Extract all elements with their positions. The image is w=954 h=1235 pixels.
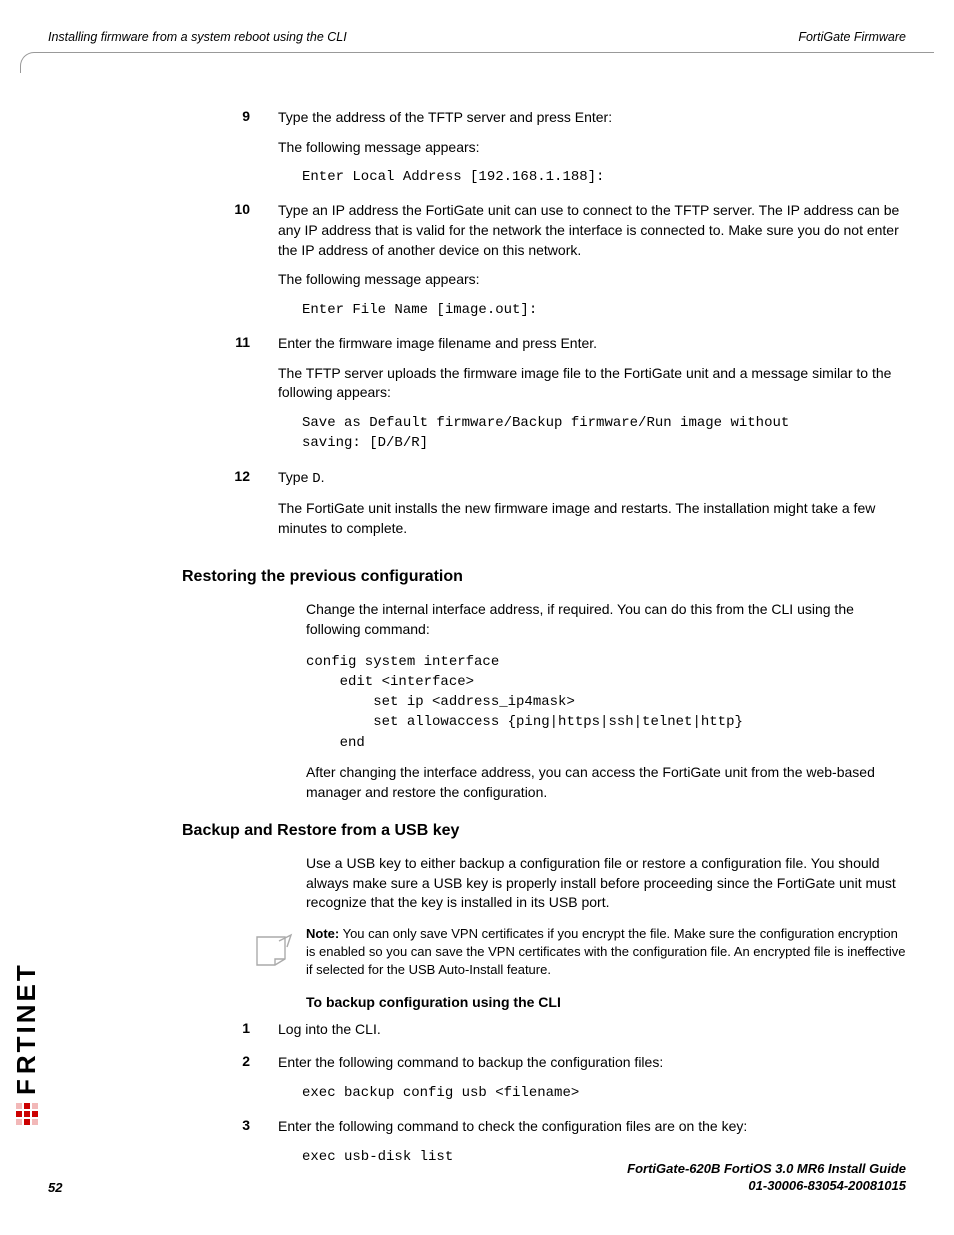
step-number: 12 (182, 468, 278, 549)
step-text: Enter the following command to backup th… (278, 1053, 906, 1073)
header-right: FortiGate Firmware (798, 30, 906, 44)
page-content: 9 Type the address of the TFTP server an… (182, 108, 906, 1181)
body-text: After changing the interface address, yo… (306, 763, 906, 802)
step-text: Type D. (278, 468, 906, 490)
body-text: Use a USB key to either backup a configu… (306, 854, 906, 913)
code-block: config system interface edit <interface>… (306, 652, 906, 753)
code-block: Enter File Name [image.out]: (302, 300, 906, 320)
sub-heading: To backup configuration using the CLI (306, 994, 906, 1010)
step-number: 11 (182, 334, 278, 463)
step-text: The following message appears: (278, 270, 906, 290)
step-text: Enter the following command to check the… (278, 1117, 906, 1137)
step-number: 2 (182, 1053, 278, 1113)
note-text: Note: You can only save VPN certificates… (306, 925, 906, 980)
step-text: Enter the firmware image filename and pr… (278, 334, 906, 354)
step-text: The TFTP server uploads the firmware ima… (278, 364, 906, 403)
note-icon (242, 933, 306, 971)
footer: FortiGate-620B FortiOS 3.0 MR6 Install G… (48, 1161, 906, 1195)
step-number: 10 (182, 201, 278, 330)
step-text: Type the address of the TFTP server and … (278, 108, 906, 128)
step-text: Log into the CLI. (278, 1020, 906, 1040)
step-number: 9 (182, 108, 278, 197)
step-text: The FortiGate unit installs the new firm… (278, 499, 906, 538)
section-heading: Backup and Restore from a USB key (182, 822, 906, 840)
header-rule (20, 52, 934, 73)
header-left: Installing firmware from a system reboot… (48, 30, 347, 44)
code-block: exec backup config usb <filename> (302, 1083, 906, 1103)
page-number: 52 (48, 1180, 62, 1195)
fortinet-logo: FRTINET (11, 962, 42, 1125)
step-number: 1 (182, 1020, 278, 1050)
code-block: Save as Default firmware/Backup firmware… (302, 413, 906, 454)
step-text: The following message appears: (278, 138, 906, 158)
body-text: Change the internal interface address, i… (306, 600, 906, 639)
code-block: Enter Local Address [192.168.1.188]: (302, 167, 906, 187)
section-heading: Restoring the previous configuration (182, 568, 906, 586)
step-text: Type an IP address the FortiGate unit ca… (278, 201, 906, 260)
